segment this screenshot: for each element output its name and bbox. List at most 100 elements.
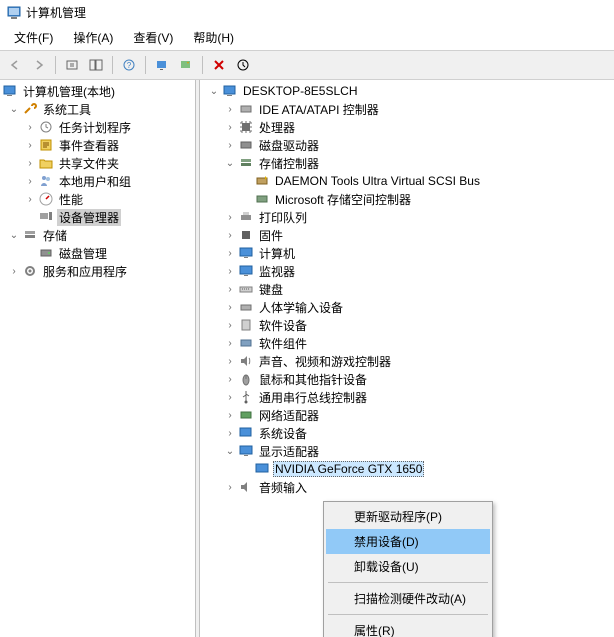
device-keyboards[interactable]: ›键盘 xyxy=(200,280,614,298)
expander-icon[interactable]: › xyxy=(22,155,38,171)
device-disk-drives[interactable]: ›磁盘驱动器 xyxy=(200,136,614,154)
device-processors[interactable]: ›处理器 xyxy=(200,118,614,136)
device-sound[interactable]: ›声音、视频和游戏控制器 xyxy=(200,352,614,370)
device-network[interactable]: ›网络适配器 xyxy=(200,406,614,424)
device-software-dev[interactable]: ›软件设备 xyxy=(200,316,614,334)
expander-icon[interactable]: › xyxy=(222,353,238,369)
monitor-icon xyxy=(238,245,254,261)
disable-button[interactable] xyxy=(208,54,230,76)
tree-event-viewer[interactable]: › 事件查看器 xyxy=(0,136,195,154)
device-computer[interactable]: ›计算机 xyxy=(200,244,614,262)
expander-icon[interactable]: › xyxy=(222,119,238,135)
expander-icon[interactable]: › xyxy=(22,173,38,189)
expander-icon[interactable]: › xyxy=(222,101,238,117)
expander-icon[interactable]: › xyxy=(222,335,238,351)
scsi-icon xyxy=(254,173,270,189)
tree-local-users[interactable]: › 本地用户和组 xyxy=(0,172,195,190)
expander-icon[interactable]: ⌄ xyxy=(222,155,238,171)
menu-properties[interactable]: 属性(R) xyxy=(326,618,490,637)
device-hid[interactable]: ›人体学输入设备 xyxy=(200,298,614,316)
device-usb[interactable]: ›通用串行总线控制器 xyxy=(200,388,614,406)
device-ms-storage[interactable]: Microsoft 存储空间控制器 xyxy=(200,190,614,208)
tree-performance[interactable]: › 性能 xyxy=(0,190,195,208)
right-tree-pane: ⌄ DESKTOP-8E5SLCH ›IDE ATA/ATAPI 控制器 ›处理… xyxy=(200,80,614,637)
expander-icon[interactable]: › xyxy=(222,299,238,315)
device-daemon[interactable]: DAEMON Tools Ultra Virtual SCSI Bus xyxy=(200,172,614,190)
expander-icon[interactable]: › xyxy=(222,263,238,279)
tree-root[interactable]: 计算机管理(本地) xyxy=(0,82,195,100)
menu-help[interactable]: 帮助(H) xyxy=(183,27,244,48)
ide-icon xyxy=(238,101,254,117)
expander-icon[interactable]: › xyxy=(22,191,38,207)
menu-view[interactable]: 查看(V) xyxy=(123,27,183,48)
tree-services-apps[interactable]: › 服务和应用程序 xyxy=(0,262,195,280)
expander-icon[interactable]: › xyxy=(222,245,238,261)
storage-icon xyxy=(22,227,38,243)
tree-shared-folders[interactable]: › 共享文件夹 xyxy=(0,154,195,172)
help-button[interactable]: ? xyxy=(118,54,140,76)
audio-icon xyxy=(238,479,254,495)
tree-storage[interactable]: ⌄ 存储 xyxy=(0,226,195,244)
expander-icon[interactable]: › xyxy=(222,389,238,405)
expander-icon[interactable]: › xyxy=(222,227,238,243)
expander-icon[interactable]: › xyxy=(6,263,22,279)
device-storage-ctrl[interactable]: ⌄存储控制器 xyxy=(200,154,614,172)
device-system-dev[interactable]: ›系统设备 xyxy=(200,424,614,442)
keyboard-icon xyxy=(238,281,254,297)
device-display[interactable]: ⌄显示适配器 xyxy=(200,442,614,460)
manage-button[interactable] xyxy=(175,54,197,76)
scsi-icon xyxy=(254,191,270,207)
device-monitors[interactable]: ›监视器 xyxy=(200,262,614,280)
back-button[interactable] xyxy=(4,54,26,76)
menu-action[interactable]: 操作(A) xyxy=(63,27,123,48)
expander-icon[interactable]: › xyxy=(222,137,238,153)
event-icon xyxy=(38,137,54,153)
computer-icon xyxy=(222,83,238,99)
tree-task-scheduler[interactable]: › 任务计划程序 xyxy=(0,118,195,136)
device-root[interactable]: ⌄ DESKTOP-8E5SLCH xyxy=(200,82,614,100)
update-button[interactable] xyxy=(232,54,254,76)
device-gtx[interactable]: NVIDIA GeForce GTX 1650 xyxy=(200,460,614,478)
device-ide[interactable]: ›IDE ATA/ATAPI 控制器 xyxy=(200,100,614,118)
device-mice[interactable]: ›鼠标和其他指针设备 xyxy=(200,370,614,388)
expander-icon[interactable]: › xyxy=(222,371,238,387)
tree-disk-mgmt[interactable]: 磁盘管理 xyxy=(0,244,195,262)
storage-ctrl-icon xyxy=(238,155,254,171)
display-icon xyxy=(238,443,254,459)
device-firmware[interactable]: ›固件 xyxy=(200,226,614,244)
expander-icon[interactable]: › xyxy=(222,407,238,423)
folder-icon xyxy=(38,155,54,171)
left-tree-pane: 计算机管理(本地) ⌄ 系统工具 › 任务计划程序 › 事件查看器 › 共享文件… xyxy=(0,80,196,637)
expander-icon[interactable]: › xyxy=(222,209,238,225)
show-hide-button[interactable] xyxy=(85,54,107,76)
menu-scan-hardware[interactable]: 扫描检测硬件改动(A) xyxy=(326,586,490,611)
software-icon xyxy=(238,317,254,333)
device-software-comp[interactable]: ›软件组件 xyxy=(200,334,614,352)
expander-icon[interactable]: › xyxy=(222,281,238,297)
expander-icon[interactable]: ⌄ xyxy=(222,443,238,459)
device-print-queue[interactable]: ›打印队列 xyxy=(200,208,614,226)
up-button[interactable] xyxy=(61,54,83,76)
users-icon xyxy=(38,173,54,189)
expander-icon[interactable]: › xyxy=(222,317,238,333)
expander-icon[interactable]: ⌄ xyxy=(206,83,222,99)
expander-icon[interactable]: › xyxy=(22,119,38,135)
system-icon xyxy=(238,425,254,441)
expander-icon[interactable]: › xyxy=(222,479,238,495)
usb-icon xyxy=(238,389,254,405)
device-audio[interactable]: ›音频输入 xyxy=(200,478,614,496)
expander-icon[interactable]: ⌄ xyxy=(6,101,22,117)
expander-icon[interactable]: ⌄ xyxy=(6,227,22,243)
forward-button[interactable] xyxy=(28,54,50,76)
menu-file[interactable]: 文件(F) xyxy=(4,27,63,48)
expander-icon[interactable]: › xyxy=(222,425,238,441)
menu-update-driver[interactable]: 更新驱动程序(P) xyxy=(326,504,490,529)
expander-icon[interactable]: › xyxy=(22,137,38,153)
tree-device-manager[interactable]: 设备管理器 xyxy=(0,208,195,226)
firmware-icon xyxy=(238,227,254,243)
tree-system-tools[interactable]: ⌄ 系统工具 xyxy=(0,100,195,118)
menu-uninstall-device[interactable]: 卸载设备(U) xyxy=(326,554,490,579)
menu-disable-device[interactable]: 禁用设备(D) xyxy=(326,529,490,554)
scan-button[interactable] xyxy=(151,54,173,76)
svg-text:?: ? xyxy=(127,61,132,70)
